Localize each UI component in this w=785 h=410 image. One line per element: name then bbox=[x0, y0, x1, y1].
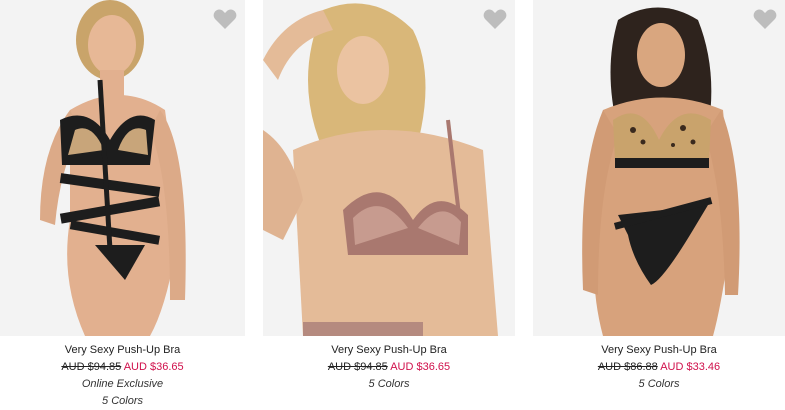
sale-price: AUD $36.65 bbox=[123, 361, 184, 373]
color-count[interactable]: 5 Colors bbox=[263, 376, 515, 393]
online-exclusive-badge: Online Exclusive bbox=[81, 378, 164, 390]
color-count[interactable]: 5 Colors bbox=[0, 393, 245, 410]
sale-price: AUD $33.46 bbox=[660, 361, 721, 373]
product-card[interactable]: Very Sexy Push-Up Bra AUD $94.85 AUD $36… bbox=[0, 0, 245, 408]
product-info: Very Sexy Push-Up Bra AUD $94.85 AUD $36… bbox=[0, 342, 245, 410]
color-count[interactable]: 5 Colors bbox=[533, 376, 785, 393]
price-row: AUD $86.88 AUD $33.46 bbox=[533, 359, 785, 376]
sale-price: AUD $36.65 bbox=[390, 361, 451, 373]
product-info: Very Sexy Push-Up Bra AUD $94.85 AUD $36… bbox=[263, 342, 515, 393]
product-image[interactable] bbox=[263, 0, 515, 336]
product-name[interactable]: Very Sexy Push-Up Bra bbox=[0, 342, 245, 359]
product-info: Very Sexy Push-Up Bra AUD $86.88 AUD $33… bbox=[533, 342, 785, 393]
product-card[interactable]: Very Sexy Push-Up Bra AUD $86.88 AUD $33… bbox=[533, 0, 785, 408]
original-price: AUD $94.85 bbox=[327, 361, 388, 373]
price-row: AUD $94.85 AUD $36.65 bbox=[263, 359, 515, 376]
product-image[interactable] bbox=[533, 0, 785, 336]
product-name[interactable]: Very Sexy Push-Up Bra bbox=[263, 342, 515, 359]
wishlist-heart-icon[interactable] bbox=[213, 8, 237, 30]
wishlist-heart-icon[interactable] bbox=[483, 8, 507, 30]
price-row: AUD $94.85 AUD $36.65 bbox=[0, 359, 245, 376]
wishlist-heart-icon[interactable] bbox=[753, 8, 777, 30]
original-price: AUD $94.85 bbox=[61, 361, 122, 373]
original-price: AUD $86.88 bbox=[597, 361, 658, 373]
product-card[interactable]: Very Sexy Push-Up Bra AUD $94.85 AUD $36… bbox=[263, 0, 515, 408]
product-image[interactable] bbox=[0, 0, 245, 336]
product-name[interactable]: Very Sexy Push-Up Bra bbox=[533, 342, 785, 359]
